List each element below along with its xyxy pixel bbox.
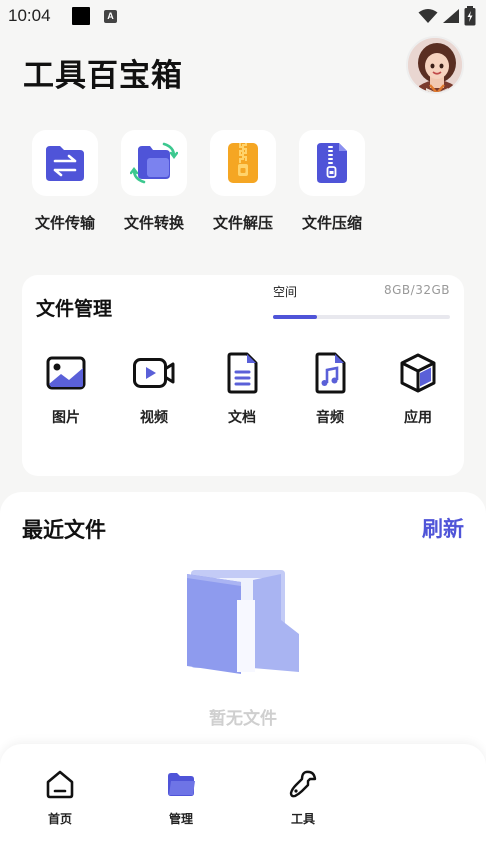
- empty-folder-illustration: [183, 568, 303, 682]
- image-icon: [46, 356, 86, 390]
- storage-value: 8GB/32GB: [383, 283, 450, 297]
- app-title: 工具百宝箱: [23, 58, 183, 94]
- nav-item-home[interactable]: 首页: [30, 768, 90, 827]
- bottom-navigation: 首页 管理 工具: [0, 744, 486, 864]
- quick-tool-label: 文件解压: [212, 214, 273, 232]
- status-icons: [418, 6, 476, 26]
- storage-progress-fill: [273, 315, 318, 319]
- empty-state-text: 暂无文件: [209, 709, 277, 729]
- wifi-icon: [418, 9, 438, 23]
- wrench-icon: [289, 770, 317, 798]
- audio-icon: [315, 352, 346, 394]
- quick-tool-tile: [210, 130, 276, 196]
- quick-tool-file-unzip[interactable]: 文件解压: [198, 130, 288, 233]
- notification-square-icon: [72, 7, 90, 25]
- signal-icon: [443, 9, 459, 23]
- quick-tool-tile: [121, 130, 187, 196]
- file-convert-icon: [130, 142, 178, 184]
- file-management-card: 文件管理 空间 8GB/32GB 图片 视频 文档 音频 应用: [22, 275, 464, 476]
- refresh-button[interactable]: 刷新: [422, 513, 464, 543]
- category-videos[interactable]: 视频: [124, 351, 184, 427]
- file-transfer-icon: [46, 146, 84, 181]
- empty-folder-icon: [187, 570, 299, 674]
- category-label: 视频: [140, 410, 168, 426]
- nav-label: 管理: [168, 812, 193, 826]
- category-audio[interactable]: 音频: [300, 351, 360, 427]
- document-icon: [227, 352, 258, 394]
- video-icon: [133, 358, 175, 388]
- battery-icon: [464, 6, 476, 26]
- quick-tool-file-compress[interactable]: 文件压缩: [287, 130, 377, 233]
- nav-label: 工具: [290, 812, 315, 826]
- nav-item-tools[interactable]: 工具: [273, 768, 333, 827]
- storage-label: 空间: [273, 285, 298, 299]
- nav-item-manage[interactable]: 管理: [151, 768, 211, 827]
- quick-tool-tile: [32, 130, 98, 196]
- file-management-title: 文件管理: [36, 298, 113, 320]
- folder-icon: [168, 773, 195, 796]
- storage-progress-bar: [273, 315, 450, 319]
- nav-label: 首页: [47, 812, 72, 826]
- app-screen: 10:04 A 工具百宝箱 文件传输 文件转换 文件解压 文件压缩 文件管理 空…: [0, 0, 486, 864]
- quick-tool-label: 文件转换: [123, 214, 184, 232]
- quick-tools-row: 文件传输 文件转换 文件解压 文件压缩: [0, 130, 486, 240]
- category-apps[interactable]: 应用: [388, 351, 448, 427]
- quick-tool-label: 文件传输: [34, 214, 95, 232]
- category-label: 图片: [52, 410, 80, 426]
- home-icon: [46, 770, 74, 799]
- category-label: 应用: [404, 410, 432, 426]
- quick-tool-tile: [299, 130, 365, 196]
- status-bar: 10:04 A: [0, 0, 486, 34]
- category-label: 文档: [228, 410, 256, 426]
- quick-tool-file-transfer[interactable]: 文件传输: [20, 130, 110, 233]
- category-documents[interactable]: 文档: [212, 351, 272, 427]
- recent-files-title: 最近文件: [22, 518, 106, 542]
- file-unzip-icon: [228, 143, 258, 183]
- user-avatar[interactable]: [406, 36, 464, 94]
- avatar-girl-icon: [408, 38, 462, 92]
- notification-a-icon: A: [104, 10, 117, 23]
- file-compress-icon: [317, 143, 347, 183]
- quick-tool-file-convert[interactable]: 文件转换: [109, 130, 199, 233]
- app-cube-icon: [400, 353, 436, 393]
- category-images[interactable]: 图片: [36, 351, 96, 427]
- status-time: 10:04: [8, 6, 51, 25]
- category-label: 音频: [316, 410, 344, 426]
- quick-tool-label: 文件压缩: [301, 214, 362, 232]
